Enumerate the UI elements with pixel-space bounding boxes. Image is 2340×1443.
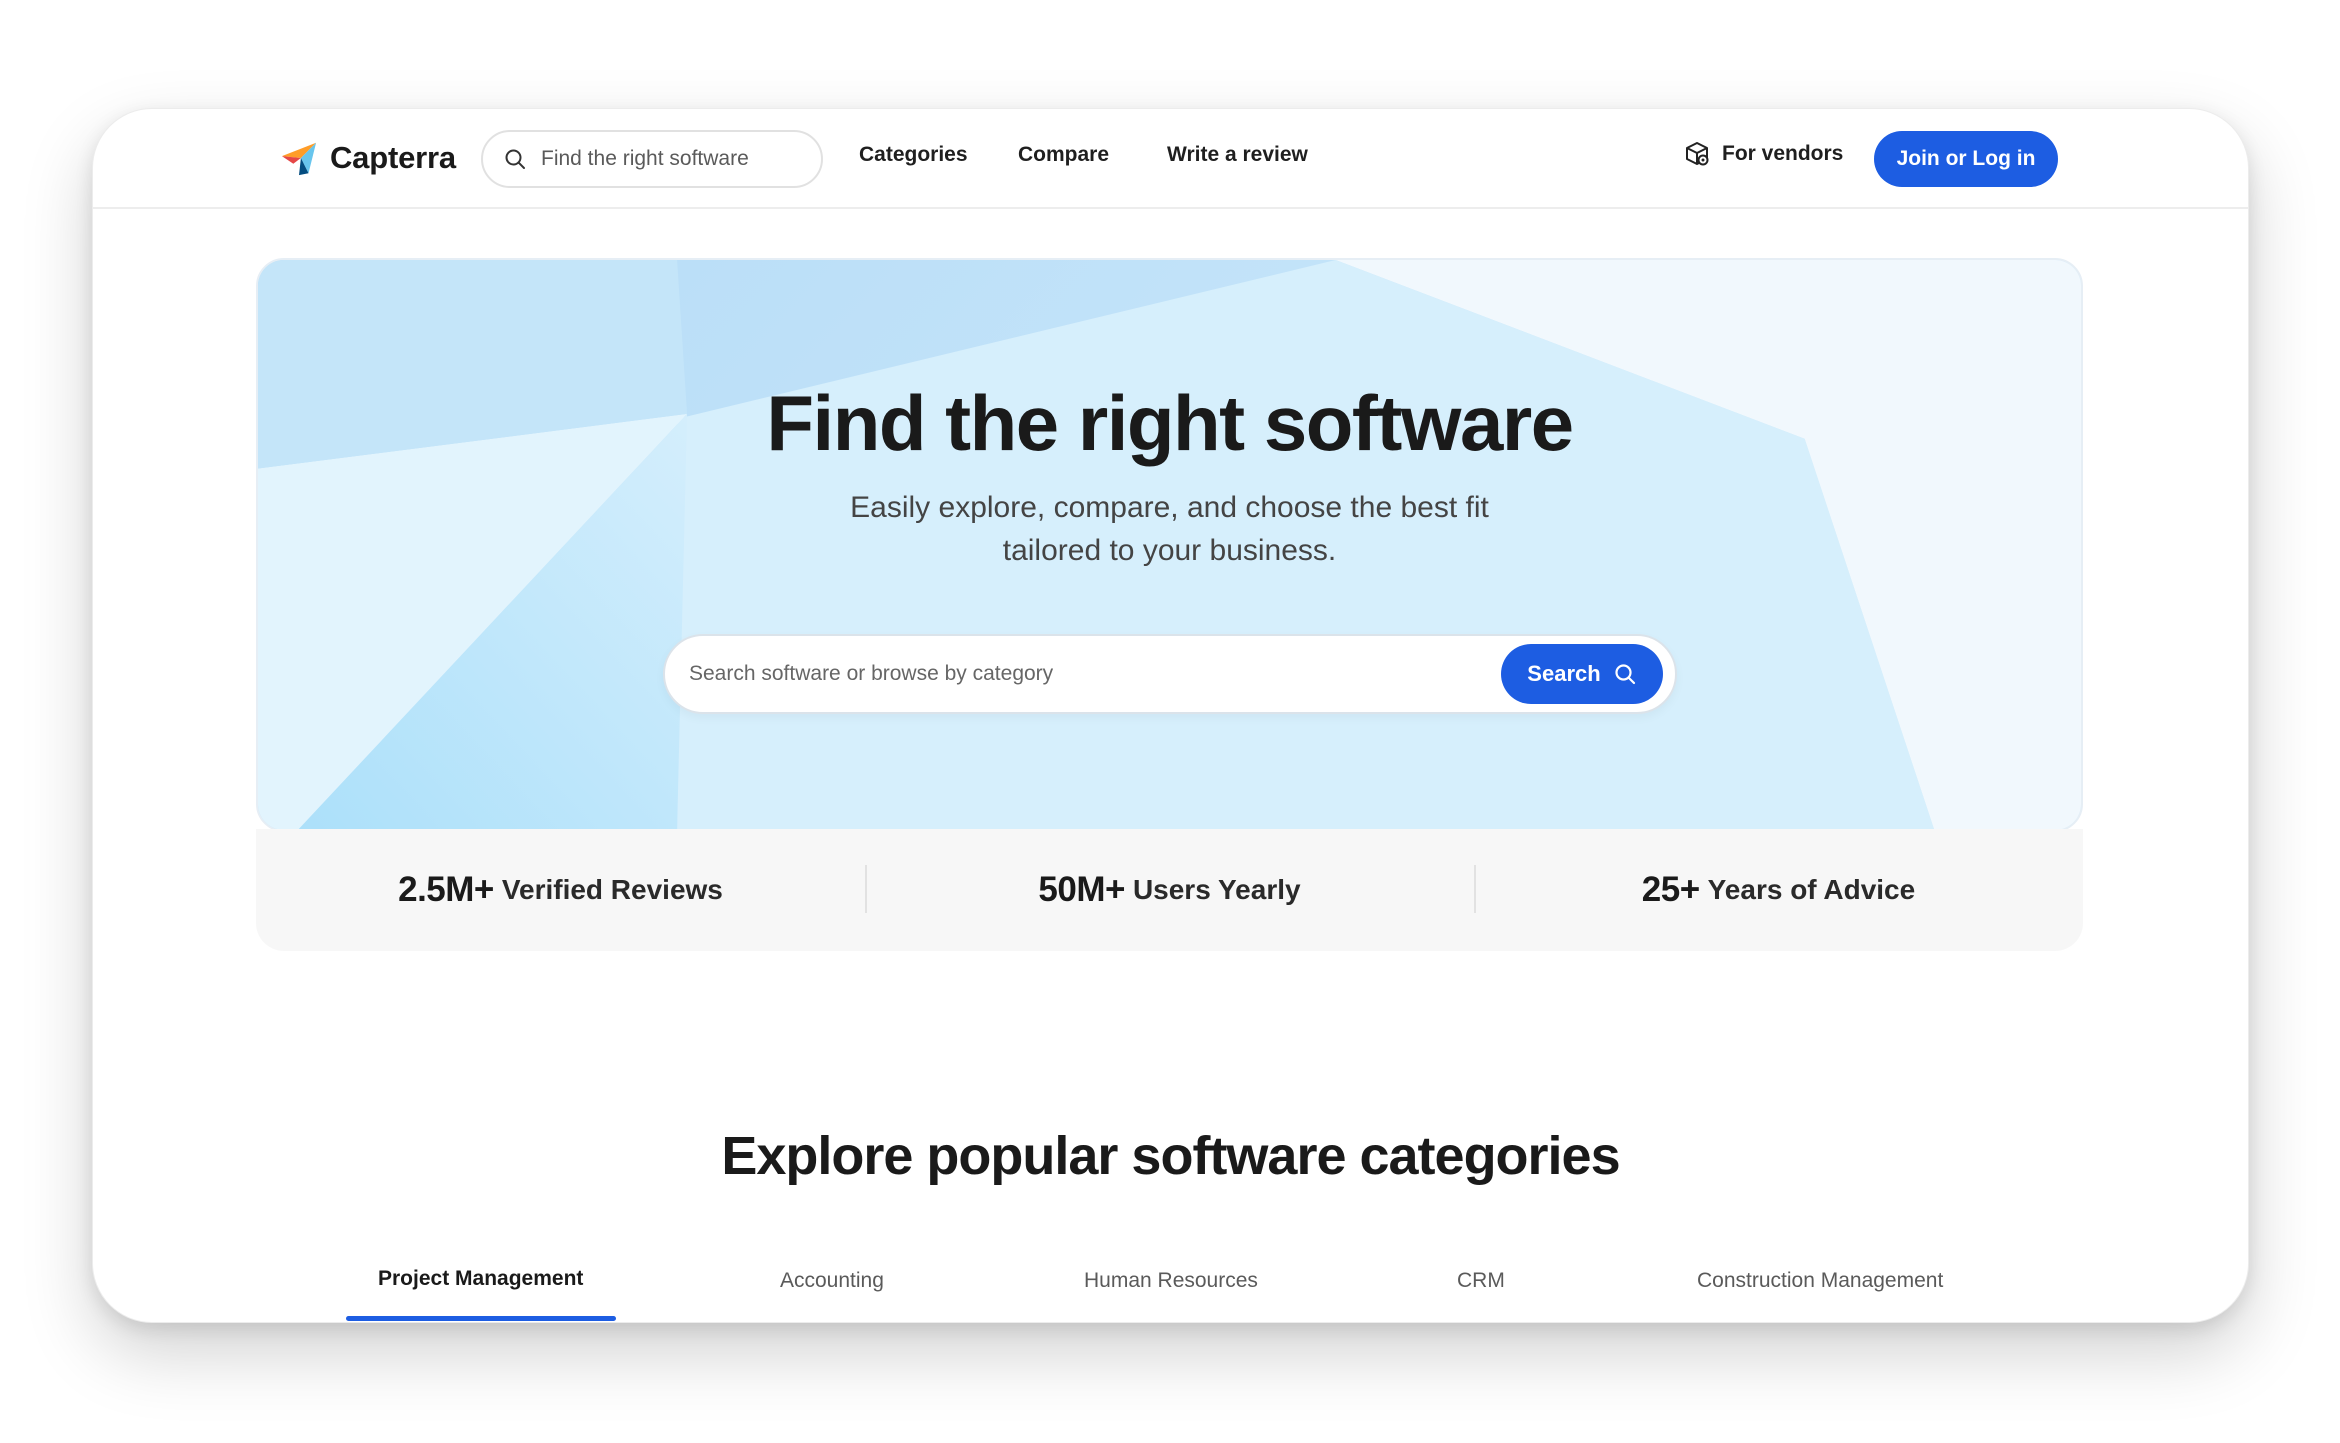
nav-link-categories[interactable]: Categories <box>859 143 968 167</box>
stat-label: Years of Advice <box>1707 874 1916 905</box>
logo-text: Capterra <box>330 140 456 175</box>
box-gear-icon <box>1686 142 1709 166</box>
hero-search-input[interactable] <box>689 654 1469 694</box>
stat-number: 50M+ <box>1038 870 1125 909</box>
join-login-button[interactable]: Join or Log in <box>1874 131 2058 187</box>
hero-subtitle: Easily explore, compare, and choose the … <box>258 486 2081 572</box>
hero-title: Find the right software <box>766 379 1574 467</box>
tab-crm[interactable]: CRM <box>1457 1269 1505 1293</box>
stat-label: Users Yearly <box>1132 874 1301 905</box>
tab-accounting[interactable]: Accounting <box>780 1269 884 1293</box>
stat-number: 25+ <box>1641 870 1700 909</box>
search-icon <box>1615 664 1635 685</box>
stat-label: Verified Reviews <box>501 874 723 905</box>
for-vendors-label: For vendors <box>1722 142 1844 165</box>
hero-subtitle-line2: tailored to your business. <box>1002 534 1337 567</box>
nav-link-write-review[interactable]: Write a review <box>1167 143 1308 167</box>
hero-subtitle-line1: Easily explore, compare, and choose the … <box>850 491 1489 524</box>
categories-heading: Explore popular software categories <box>721 1126 1620 1186</box>
hero-banner: Find the right software Easily explore, … <box>256 258 2083 832</box>
search-button-label: Search <box>1527 661 1601 686</box>
nav-search-input[interactable] <box>541 147 801 171</box>
active-tab-indicator <box>346 1316 616 1321</box>
stat-users-yearly: 50M+ Users Yearly <box>865 829 1474 951</box>
top-nav: Capterra Categories Compare Write a revi… <box>93 109 2248 209</box>
for-vendors-link[interactable]: For vendors <box>1684 141 1843 167</box>
stats-bar: 2.5M+ Verified Reviews 50M+ Users Yearly… <box>256 829 2083 951</box>
search-icon <box>505 149 525 169</box>
browser-window: Capterra Categories Compare Write a revi… <box>92 108 2249 1323</box>
capterra-logo-icon <box>281 142 317 176</box>
capterra-logo[interactable]: Capterra <box>280 139 456 177</box>
tab-construction-management[interactable]: Construction Management <box>1697 1269 1943 1293</box>
tab-human-resources[interactable]: Human Resources <box>1084 1269 1258 1293</box>
hero-search-button[interactable]: Search <box>1501 644 1663 704</box>
tab-project-management[interactable]: Project Management <box>378 1267 583 1291</box>
nav-link-compare[interactable]: Compare <box>1018 143 1109 167</box>
stat-verified-reviews: 2.5M+ Verified Reviews <box>256 829 865 951</box>
hero-search-box[interactable]: Search <box>663 634 1677 714</box>
nav-search-box[interactable] <box>481 130 823 188</box>
stat-number: 2.5M+ <box>398 870 494 909</box>
stat-years-of-advice: 25+ Years of Advice <box>1474 829 2083 951</box>
